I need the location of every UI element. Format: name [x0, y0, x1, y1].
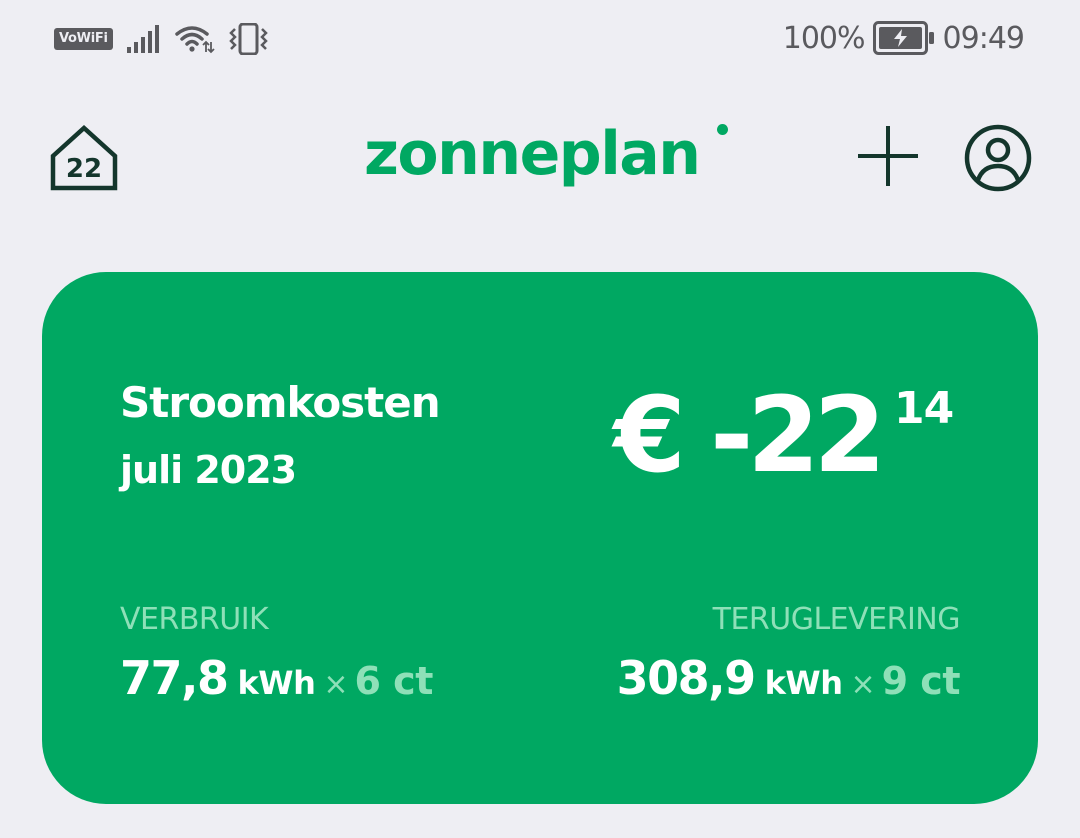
cost-amount: € -22 — [613, 374, 886, 496]
cost-amount-cents: 14 — [894, 383, 954, 434]
vowifi-badge: VoWiFi — [54, 28, 113, 50]
profile-icon — [964, 124, 1032, 192]
vibrate-icon — [228, 23, 269, 55]
logo-dot — [717, 124, 728, 135]
house-selector-button[interactable]: 22 — [48, 122, 120, 194]
status-bar: VoWiFi 100% 09:49 — [0, 0, 1080, 80]
usage-label: VERBRUIK — [120, 602, 269, 637]
return-value: 308,9 kWh × 9 ct — [616, 650, 961, 713]
card-period: juli 2023 — [120, 448, 297, 492]
return-label: TERUGLEVERING — [712, 602, 961, 637]
wifi-icon — [174, 24, 215, 54]
battery-percent: 100% — [782, 20, 866, 56]
signal-icon — [126, 25, 161, 53]
plus-icon — [858, 126, 918, 186]
zonneplan-logo: zonneplan — [364, 119, 701, 189]
battery-charging-icon — [872, 21, 934, 55]
return-unit: kWh — [764, 664, 843, 702]
app-header: 22 zonneplan — [0, 100, 1080, 220]
house-number: 22 — [65, 154, 103, 184]
add-button[interactable] — [856, 124, 920, 188]
status-bar-right: 100% 09:49 — [782, 18, 1025, 58]
usage-value: 77,8 kWh × 6 ct — [120, 650, 433, 713]
app-screen: VoWiFi 100% 09:49 22 zonneplan Stroomkos… — [0, 0, 1080, 838]
usage-kwh: 77,8 — [120, 651, 229, 705]
status-bar-left: VoWiFi — [54, 22, 269, 56]
clock: 09:49 — [942, 20, 1025, 56]
electricity-cost-card[interactable]: Stroomkosten juli 2023 € -22 14 VERBRUIK… — [42, 272, 1038, 804]
return-price: 9 ct — [881, 659, 961, 703]
usage-times: × — [323, 667, 349, 702]
return-kwh: 308,9 — [616, 651, 757, 705]
usage-price: 6 ct — [354, 659, 434, 703]
usage-unit: kWh — [237, 664, 316, 702]
profile-button[interactable] — [964, 124, 1032, 192]
card-title: Stroomkosten — [120, 378, 441, 427]
return-times: × — [850, 667, 876, 702]
